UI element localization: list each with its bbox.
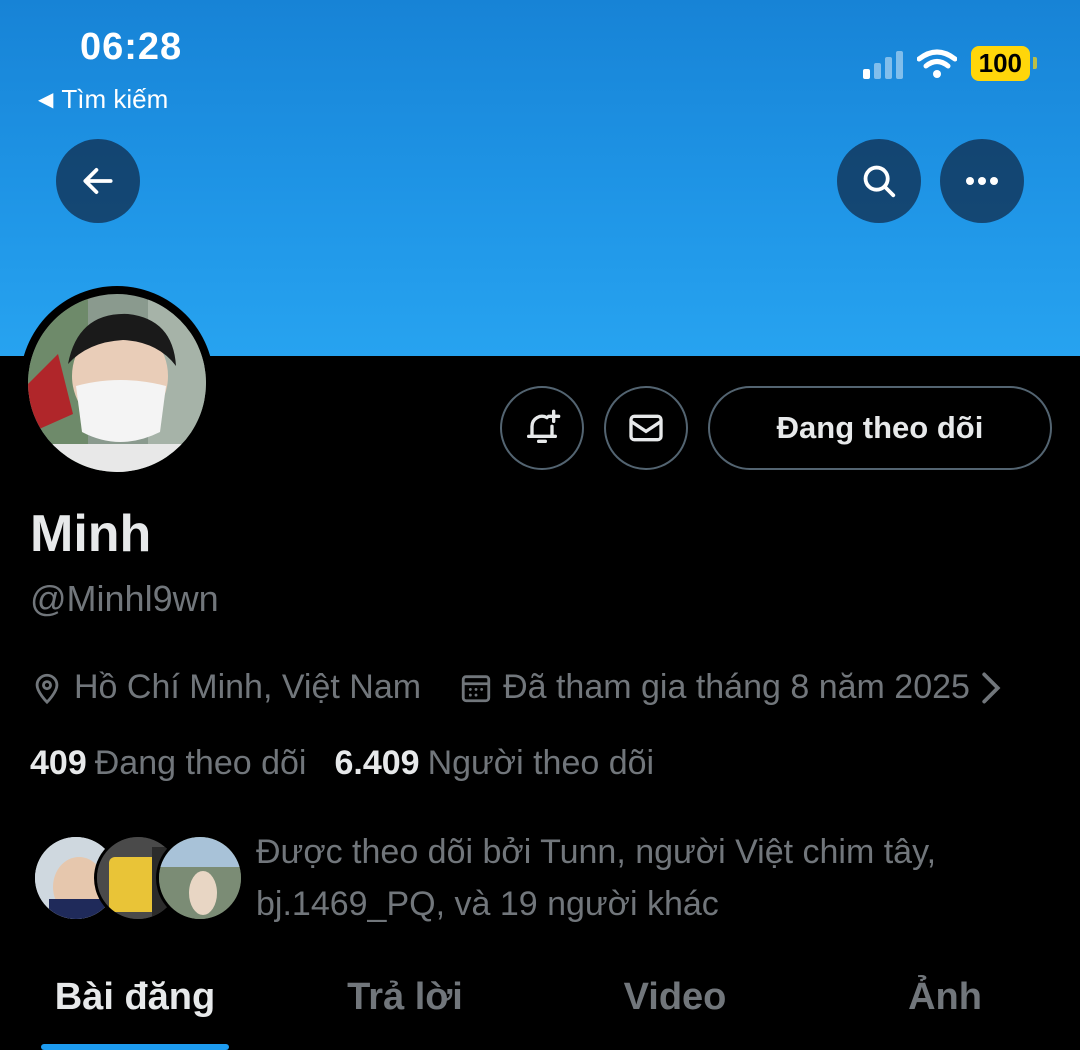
location-text: Hồ Chí Minh, Việt Nam xyxy=(74,668,422,706)
back-to-app-link[interactable]: ◀ Tìm kiếm xyxy=(38,84,168,115)
profile-tabs: Bài đăng Trả lời Video Ảnh xyxy=(0,958,1080,1050)
following-count: 409 xyxy=(30,744,87,782)
profile-avatar[interactable] xyxy=(20,286,214,480)
user-handle: @Minhl9wn xyxy=(30,578,219,619)
follow-stats: 409 Đang theo dõi 6.409 Người theo dõi xyxy=(30,744,654,783)
mutual-followers-avatars[interactable] xyxy=(32,834,244,924)
search-button[interactable] xyxy=(837,139,921,223)
notifications-button[interactable] xyxy=(500,386,584,470)
bell-plus-icon xyxy=(527,409,561,443)
status-indicators: 100 xyxy=(862,46,1038,81)
battery-indicator: 100 xyxy=(970,46,1038,81)
join-date[interactable]: Đã tham gia tháng 8 năm 2025 xyxy=(459,668,1002,707)
tab-video[interactable]: Video xyxy=(540,958,810,1050)
more-options-button[interactable] xyxy=(940,139,1024,223)
cellular-signal-icon xyxy=(862,49,903,79)
more-horizontal-icon xyxy=(966,177,998,185)
following-stat[interactable]: 409 Đang theo dõi xyxy=(30,744,306,783)
location-pin-icon xyxy=(35,673,59,704)
arrow-left-icon xyxy=(83,168,113,194)
back-app-label: Tìm kiếm xyxy=(61,84,169,114)
location: Hồ Chí Minh, Việt Nam xyxy=(30,668,421,707)
followers-label: Người theo dõi xyxy=(427,744,655,782)
search-icon xyxy=(863,165,896,198)
chevron-right-icon xyxy=(982,672,1001,703)
following-button[interactable]: Đang theo dõi xyxy=(708,386,1052,470)
following-label: Đang theo dõi xyxy=(94,744,307,782)
back-button[interactable] xyxy=(56,139,140,223)
followers-stat[interactable]: 6.409 Người theo dõi xyxy=(334,744,654,783)
mutual-avatar xyxy=(156,834,244,922)
envelope-icon xyxy=(629,414,663,442)
tab-replies[interactable]: Trả lời xyxy=(270,958,540,1050)
caret-left-icon: ◀ xyxy=(38,89,54,111)
followers-count: 6.409 xyxy=(334,744,420,782)
status-time: 06:28 xyxy=(80,26,183,68)
wifi-icon xyxy=(916,49,957,78)
tab-photos[interactable]: Ảnh xyxy=(810,958,1080,1050)
message-button[interactable] xyxy=(604,386,688,470)
join-date-text: Đã tham gia tháng 8 năm 2025 xyxy=(503,668,970,706)
mutual-followers-text[interactable]: Được theo dõi bởi Tunn, người Việt chim … xyxy=(256,826,1036,930)
display-name: Minh xyxy=(30,505,152,563)
profile-meta: Hồ Chí Minh, Việt Nam Đã tham gia tháng … xyxy=(30,668,1002,707)
calendar-icon xyxy=(461,674,491,702)
tab-posts[interactable]: Bài đăng xyxy=(0,958,270,1050)
avatar-photo xyxy=(28,294,206,472)
